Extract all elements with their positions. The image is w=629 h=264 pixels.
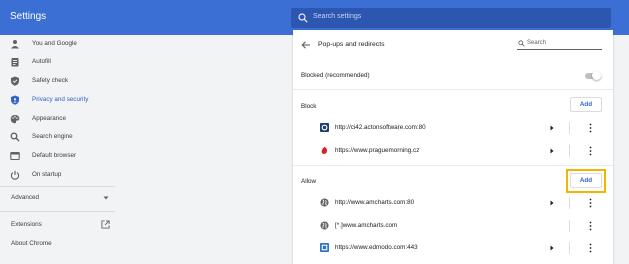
allow-section-label: Allow — [301, 178, 317, 185]
search-placeholder: Search settings — [313, 13, 362, 20]
search-icon — [10, 132, 20, 142]
row-divider — [569, 197, 570, 209]
sidebar-item-label: Appearance — [32, 115, 66, 122]
sidebar-item-safety-check[interactable]: Safety check — [0, 72, 115, 90]
site-url: https://www.edmodo.com:443 — [335, 244, 418, 251]
sidebar-item-extensions[interactable]: Extensions — [11, 221, 42, 228]
row-separator — [293, 89, 613, 90]
sidebar-item-label: Safety check — [32, 77, 69, 84]
page-title: Pop-ups and redirects — [318, 41, 385, 48]
globe-icon — [320, 198, 329, 207]
sidebar-item-you-and-google[interactable]: You and Google — [0, 35, 115, 53]
site-row: [*.]www.amcharts.com — [293, 215, 613, 237]
sidebar-item-label: Autofill — [32, 58, 51, 65]
row-divider — [569, 220, 570, 232]
sidebar-item-label: Search engine — [32, 133, 73, 140]
allow-add-button[interactable]: Add — [570, 173, 602, 188]
sidebar-item-label: On startup — [32, 171, 62, 178]
block-add-button[interactable]: Add — [570, 97, 602, 112]
edmodo-favicon — [320, 243, 329, 252]
row-divider — [569, 122, 570, 134]
popups-redirects-panel: Pop-ups and redirects Search Blocked (re… — [293, 30, 613, 264]
sidebar-item-about-chrome[interactable]: About Chrome — [11, 240, 52, 247]
more-vert-icon[interactable] — [589, 243, 592, 253]
prague-morning-favicon — [320, 146, 329, 155]
more-vert-icon[interactable] — [589, 123, 592, 133]
advanced-toggle[interactable]: Advanced — [11, 194, 39, 201]
site-row: http://ci42.actonsoftware.com:80 — [293, 117, 613, 139]
row-divider — [569, 145, 570, 157]
search-icon — [518, 40, 525, 47]
sidebar-divider — [0, 186, 115, 187]
more-vert-icon[interactable] — [589, 221, 592, 231]
block-section-label: Block — [301, 103, 317, 110]
site-url: [*.]www.amcharts.com — [335, 222, 398, 229]
sidebar-item-on-startup[interactable]: On startup — [0, 166, 115, 184]
site-url: http://ci42.actonsoftware.com:80 — [335, 124, 426, 131]
sidebar-item-autofill[interactable]: Autofill — [0, 53, 115, 71]
site-row: https://www.edmodo.com:443 — [293, 237, 613, 259]
power-icon — [10, 170, 20, 180]
sidebar-item-label: Default browser — [32, 152, 77, 159]
site-row: http://www.amcharts.com:80 — [293, 192, 613, 214]
sidebar-item-label: You and Google — [32, 40, 77, 47]
search-icon — [298, 13, 308, 23]
act-on-favicon — [320, 123, 329, 132]
sidebar-item-default-browser[interactable]: Default browser — [0, 147, 115, 165]
shield-check-icon — [11, 76, 19, 86]
browser-icon — [10, 151, 20, 161]
search-placeholder: Search — [527, 40, 547, 46]
globe-icon — [320, 221, 329, 230]
sidebar-item-appearance[interactable]: Appearance — [0, 110, 115, 128]
chevron-right-icon[interactable] — [550, 245, 554, 251]
person-icon — [11, 40, 19, 49]
more-vert-icon[interactable] — [589, 198, 592, 208]
palette-icon — [10, 115, 20, 124]
site-url: http://www.amcharts.com:80 — [335, 199, 415, 206]
row-divider — [569, 242, 570, 254]
chevron-down-icon[interactable] — [103, 195, 109, 201]
chevron-right-icon[interactable] — [550, 148, 554, 154]
app-title: Settings — [10, 11, 47, 22]
clipboard-icon — [11, 58, 19, 67]
search-settings-input[interactable]: Search settings — [291, 8, 611, 28]
toggle-knob — [592, 71, 601, 80]
row-separator — [293, 165, 613, 166]
open-in-new-icon[interactable] — [101, 220, 110, 229]
sidebar-item-label: Privacy and security — [32, 96, 89, 103]
back-arrow-icon[interactable] — [301, 40, 311, 50]
sidebar-item-privacy-and-security[interactable]: Privacy and security — [0, 91, 115, 109]
shield-icon — [11, 95, 19, 105]
chevron-right-icon[interactable] — [550, 200, 554, 206]
chevron-right-icon[interactable] — [550, 125, 554, 131]
site-row: https://www.praguemorning.cz — [293, 140, 613, 162]
blocked-toggle[interactable] — [585, 71, 601, 80]
site-search-input[interactable]: Search — [517, 38, 602, 50]
sidebar-item-search-engine[interactable]: Search engine — [0, 128, 115, 146]
sidebar: You and Google Autofill Safety check Pri… — [0, 35, 115, 264]
blocked-recommended-label: Blocked (recommended) — [301, 72, 370, 79]
sidebar-divider — [0, 211, 115, 212]
more-vert-icon[interactable] — [589, 146, 592, 156]
site-url: https://www.praguemorning.cz — [335, 147, 420, 154]
